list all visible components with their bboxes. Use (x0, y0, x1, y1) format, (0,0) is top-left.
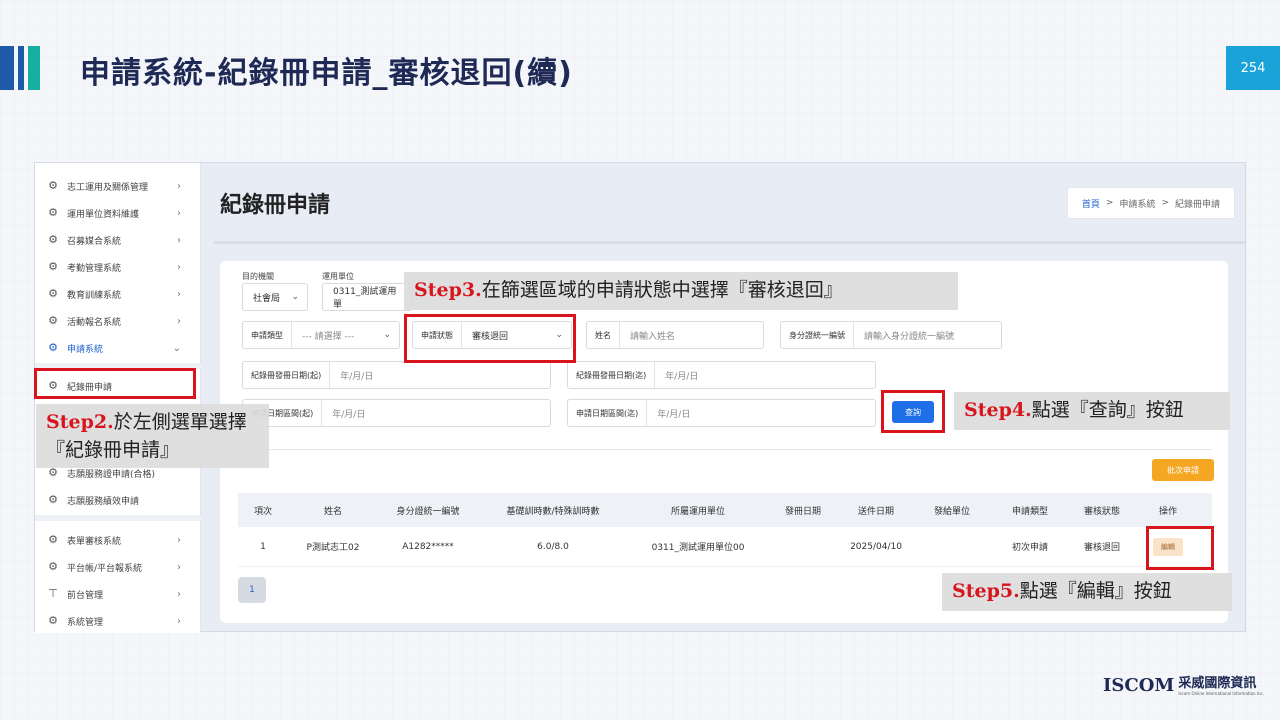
gear-icon: ⚙ (48, 341, 58, 354)
sidebar-item-apply-system[interactable]: ⚙ 申請系統 ⌄ (35, 335, 201, 361)
chevron-right-icon: › (177, 534, 181, 546)
filter-card: 目的機關 社會局 ⌄ 運用單位 0311_測試運用單 申請類型 --- 請選擇 --… (220, 261, 1228, 623)
breadcrumb: 首頁 > 申請系統 > 紀錄冊申請 (1066, 187, 1235, 219)
sidebar-item-volunteer-mgmt[interactable]: ⚙ 志工運用及關係管理 › (35, 173, 201, 199)
unit-label: 運用單位 (322, 272, 354, 281)
highlight-status-select (404, 314, 576, 363)
chevron-right-icon: › (177, 261, 181, 273)
callout-step5: Step5.點選『編輯』按鈕 (942, 573, 1232, 611)
gear-icon: ⚙ (48, 560, 58, 573)
sidebar-item-attendance[interactable]: ⚙ 考勤管理系統 › (35, 254, 201, 280)
gear-icon: ⚙ (48, 314, 58, 327)
gear-icon: ⚙ (48, 466, 58, 479)
breadcrumb-level1[interactable]: 申請系統 (1119, 197, 1155, 210)
breadcrumb-home[interactable]: 首頁 (1082, 197, 1100, 210)
highlight-edit-button (1146, 526, 1214, 570)
logo-chinese: 采威國際資訊 (1178, 676, 1257, 691)
issue-date-end[interactable]: 紀錄冊發冊日期(迄) 年/月/日 (567, 361, 876, 389)
gear-icon: ⚙ (48, 179, 58, 192)
gear-icon: ⚙ (48, 206, 58, 219)
sidebar-divider (35, 515, 201, 521)
chevron-down-icon: ⌄ (172, 342, 181, 354)
header-divider (214, 241, 1245, 244)
gear-icon: ⚙ (48, 287, 58, 300)
chevron-right-icon: › (177, 234, 181, 246)
gear-icon: ⚙ (48, 493, 58, 506)
dest-select[interactable]: 社會局 ⌄ (242, 283, 308, 311)
chevron-down-icon: ⌄ (383, 330, 391, 340)
apply-type-select[interactable]: 申請類型 --- 請選擇 --- ⌄ (242, 321, 400, 349)
pagination-page-1[interactable]: 1 (238, 577, 266, 603)
company-logo: ISCOM 采威國際資訊 Iscom Online International I… (1103, 672, 1264, 696)
unit-select[interactable]: 0311_測試運用單 (322, 283, 412, 311)
dest-label: 目的機關 (242, 272, 274, 281)
section-divider (238, 449, 1212, 450)
chevron-right-icon: › (177, 561, 181, 573)
chevron-right-icon: › (177, 615, 181, 627)
sidebar-item-platform[interactable]: ⚙ 平台帳/平台報系統 › (35, 554, 201, 580)
page-number: 254 (1226, 46, 1280, 90)
breadcrumb-level2: 紀錄冊申請 (1174, 199, 1220, 210)
callout-step2: Step2.於左側選單選擇『紀錄冊申請』 (36, 404, 269, 468)
gear-icon: ⚙ (48, 614, 58, 627)
logo-subtitle: Iscom Online International Information I… (1178, 691, 1265, 696)
pin-icon: ⊤ (48, 587, 58, 600)
title-accent-bar (0, 46, 14, 90)
sidebar-item-performance[interactable]: ⚙ 志願服務績效申請 (35, 487, 201, 513)
table-row: 1 P測試志工02 A1282***** 6.0/8.0 0311_測試運用單位… (238, 527, 1212, 567)
sidebar-item-recruit[interactable]: ⚙ 召募媒合系統 › (35, 227, 201, 253)
chevron-right-icon: › (177, 288, 181, 300)
slide-title: 申請系統-紀錄冊申請_審核退回(續) (80, 56, 573, 91)
id-field[interactable]: 身分證統一編號 請輸入身分證統一編號 (780, 321, 1002, 349)
callout-step4: Step4.點選『查詢』按鈕 (954, 392, 1230, 430)
sidebar-item-training[interactable]: ⚙ 教育訓練系統 › (35, 281, 201, 307)
page-title: 紀錄冊申請 (220, 193, 331, 218)
highlight-sidebar-item (34, 368, 196, 399)
gear-icon: ⚙ (48, 260, 58, 273)
chevron-right-icon: › (177, 207, 181, 219)
gear-icon: ⚙ (48, 233, 58, 246)
table-header: 項次 姓名 身分證統一編號 基礎訓時數/特殊訓時數 所屬運用單位 發冊日期 送件… (238, 493, 1212, 527)
batch-apply-button[interactable]: 批次申請 (1152, 459, 1214, 481)
title-accent-bar (28, 46, 40, 90)
logo-wordmark: ISCOM (1103, 675, 1175, 696)
title-accent-bar (18, 46, 24, 90)
sidebar-item-form-review[interactable]: ⚙ 表單審核系統 › (35, 527, 201, 553)
sidebar-item-event[interactable]: ⚙ 活動報名系統 › (35, 308, 201, 334)
sidebar-item-unit-data[interactable]: ⚙ 運用單位資料維護 › (35, 200, 201, 226)
apply-date-start[interactable]: 申請日期區間(起) 年/月/日 (242, 399, 551, 427)
apply-date-end[interactable]: 申請日期區間(迄) 年/月/日 (567, 399, 876, 427)
name-field[interactable]: 姓名 請輸入姓名 (586, 321, 764, 349)
chevron-right-icon: › (177, 180, 181, 192)
chevron-down-icon: ⌄ (291, 292, 299, 302)
callout-step3: Step3.在篩選區域的申請狀態中選擇『審核退回』 (404, 272, 958, 310)
highlight-query-button (881, 390, 945, 433)
gear-icon: ⚙ (48, 533, 58, 546)
chevron-right-icon: › (177, 315, 181, 327)
sidebar-item-system[interactable]: ⚙ 系統管理 › (35, 608, 201, 634)
sidebar-item-frontend[interactable]: ⊤ 前台管理 › (35, 581, 201, 607)
issue-date-start[interactable]: 紀錄冊發冊日期(起) 年/月/日 (242, 361, 551, 389)
chevron-right-icon: › (177, 588, 181, 600)
